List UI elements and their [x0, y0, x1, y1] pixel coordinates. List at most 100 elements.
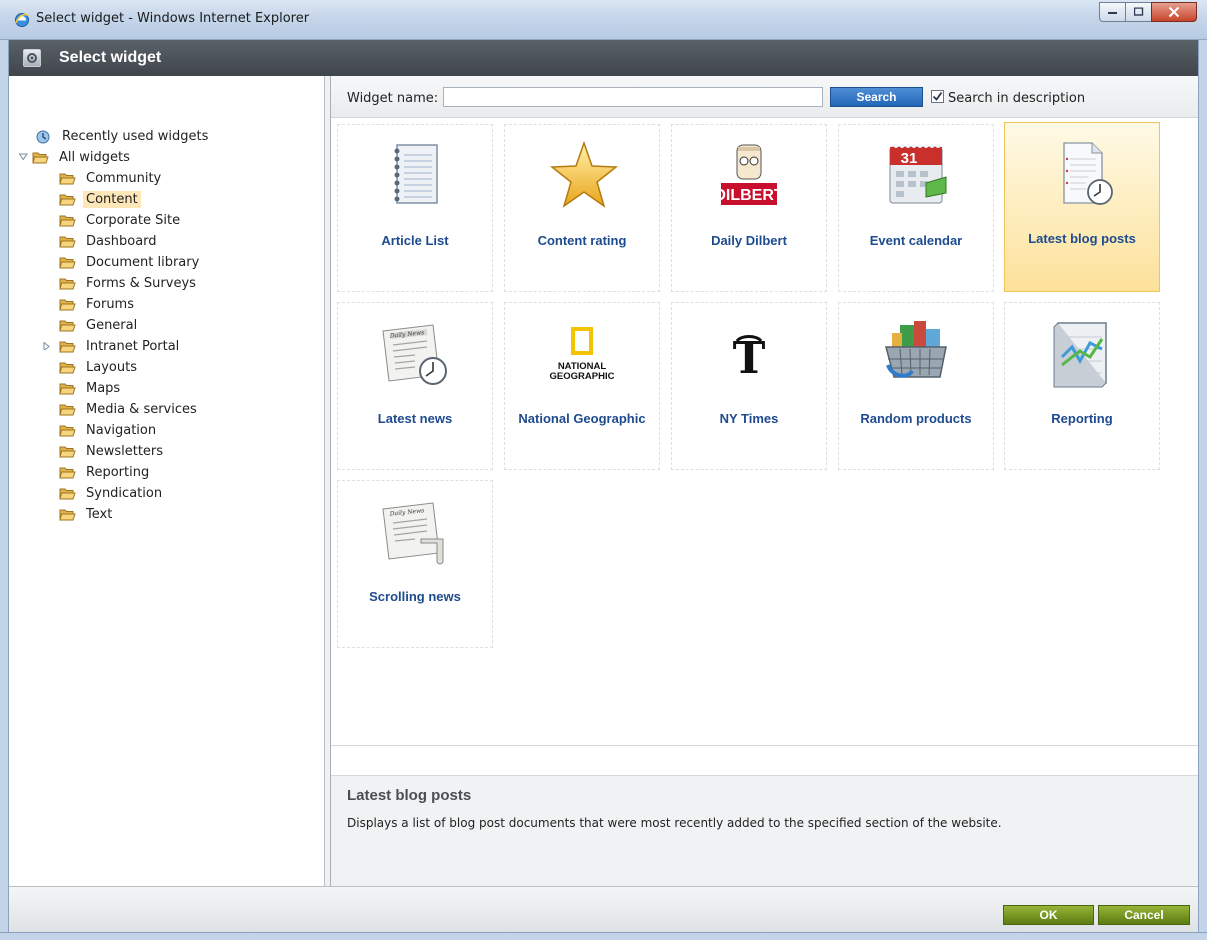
description-title: Latest blog posts — [347, 787, 472, 804]
tree-item-label: Syndication — [86, 485, 163, 501]
newspaper-scroll-icon: Daily News — [382, 502, 444, 565]
dialog-footer: OK Cancel — [9, 886, 1198, 932]
widget-name: Random products — [860, 411, 972, 426]
widget-tile-ny-times[interactable]: T NY Times — [671, 302, 827, 470]
tree-item-dashboard[interactable]: Dashboard — [59, 231, 160, 251]
svg-text:DILBERT: DILBERT — [714, 187, 784, 204]
tree-item-content[interactable]: Content — [59, 189, 141, 209]
widget-name: Content rating — [537, 233, 627, 248]
folder-open-icon — [59, 194, 76, 205]
widget-tile-content-rating[interactable]: Content rating — [504, 124, 660, 292]
tree-item-general[interactable]: General — [59, 315, 140, 335]
widget-name: Daily Dilbert — [711, 233, 787, 248]
newspaper-clock-icon: Daily News — [382, 324, 447, 385]
folder-open-icon — [59, 236, 76, 247]
search-description-checkbox[interactable] — [931, 90, 944, 103]
folder-open-icon — [59, 278, 76, 289]
chart-icon — [1053, 322, 1107, 388]
widget-tile-reporting[interactable]: Reporting — [1004, 302, 1160, 470]
tree-item-community[interactable]: Community — [59, 168, 164, 188]
widget-tile-latest-blog-posts[interactable]: Latest blog posts — [1004, 122, 1160, 292]
widget-name: Latest blog posts — [1028, 231, 1136, 246]
folder-open-icon — [59, 257, 76, 268]
minimize-button[interactable] — [1099, 2, 1126, 22]
svg-text:GEOGRAPHIC: GEOGRAPHIC — [550, 371, 615, 382]
widget-tile-event-calendar[interactable]: 31 Event calendar — [838, 124, 994, 292]
folder-open-icon — [59, 404, 76, 415]
widget-name-input[interactable] — [443, 87, 823, 107]
tree-item-text[interactable]: Text — [59, 504, 115, 524]
maximize-button[interactable] — [1125, 2, 1152, 22]
tree-item-newsletters[interactable]: Newsletters — [59, 441, 166, 461]
folder-open-icon — [59, 425, 76, 436]
notepad-icon — [394, 144, 438, 204]
svg-text:31: 31 — [901, 150, 918, 167]
ok-button[interactable]: OK — [1003, 905, 1094, 925]
close-icon — [1168, 6, 1180, 18]
tree-item-label: Forms & Surveys — [86, 275, 196, 291]
tree-item-maps[interactable]: Maps — [59, 378, 123, 398]
folder-open-icon — [59, 383, 76, 394]
minimize-icon — [1107, 12, 1117, 14]
dialog-header: Select widget — [9, 40, 1198, 76]
widget-tile-scrolling-news[interactable]: Daily News Scrolling news — [337, 480, 493, 648]
tree-item-label: Forums — [86, 296, 134, 312]
expand-arrow-icon[interactable] — [43, 342, 51, 350]
dilbert-icon: DILBERT — [714, 144, 784, 205]
tree-item-navigation[interactable]: Navigation — [59, 420, 159, 440]
folder-open-icon — [59, 488, 76, 499]
window-titlebar: Select widget - Windows Internet Explore… — [0, 0, 1207, 40]
calendar-icon: 31 — [889, 144, 947, 204]
tree-item-document-library[interactable]: Document library — [59, 252, 202, 272]
tree-item-label: Maps — [86, 380, 121, 396]
tree-item-label: Newsletters — [86, 443, 164, 459]
widget-tile-latest-news[interactable]: Daily News Latest news — [337, 302, 493, 470]
tree-item-layouts[interactable]: Layouts — [59, 357, 140, 377]
widget-name: National Geographic — [518, 411, 646, 426]
tree-item-forums[interactable]: Forums — [59, 294, 137, 314]
cancel-button[interactable]: Cancel — [1098, 905, 1190, 925]
tree-item-corporate-site[interactable]: Corporate Site — [59, 210, 183, 230]
search-button[interactable]: Search — [830, 87, 923, 107]
dialog-title: Select widget — [59, 49, 162, 66]
nytimes-icon: T — [733, 333, 766, 384]
tree-item-media-services[interactable]: Media & services — [59, 399, 200, 419]
expand-arrow-icon — [19, 153, 28, 161]
maximize-icon — [1133, 7, 1143, 16]
description-text: Displays a list of blog post documents t… — [347, 816, 1002, 830]
tree-item-forms-surveys[interactable]: Forms & Surveys — [59, 273, 199, 293]
internet-explorer-icon — [15, 13, 29, 27]
widget-tile-article-list[interactable]: Article List — [337, 124, 493, 292]
grid-spacer — [331, 746, 1198, 776]
document-clock-icon — [1063, 142, 1113, 205]
folder-open-icon — [59, 299, 76, 310]
tree-item-label: Media & services — [86, 401, 197, 417]
tree-item-label: Corporate Site — [86, 212, 181, 228]
tree-item-label: Recently used widgets — [62, 128, 209, 144]
widget-category-tree: Recently used widgets All widgets Commun… — [9, 76, 325, 886]
tree-item-intranet-portal[interactable]: Intranet Portal — [43, 336, 182, 356]
folder-open-icon — [59, 446, 76, 457]
widget-tile-daily-dilbert[interactable]: DILBERT Daily Dilbert — [671, 124, 827, 292]
tree-item-syndication[interactable]: Syndication — [59, 483, 165, 503]
folder-open-icon — [59, 509, 76, 520]
widget-name: Reporting — [1051, 411, 1113, 426]
tree-item-all-widgets[interactable]: All widgets — [19, 147, 133, 167]
search-bar: Widget name: Search Search in descriptio… — [331, 76, 1198, 118]
tree-item-label: Navigation — [86, 422, 157, 438]
tree-item-label: Content — [83, 190, 141, 208]
widget-tile-national-geographic[interactable]: NATIONAL GEOGRAPHIC National Geographic — [504, 302, 660, 470]
star-icon — [549, 140, 619, 208]
tree-item-label: Dashboard — [86, 233, 157, 249]
widget-name: Scrolling news — [369, 589, 461, 604]
natgeo-icon: NATIONAL GEOGRAPHIC — [550, 327, 615, 382]
tree-item-recent[interactable]: Recently used widgets — [35, 126, 211, 146]
widget-name-label: Widget name: — [347, 91, 439, 106]
tree-item-label: Reporting — [86, 464, 150, 480]
widget-description-panel: Latest blog posts Displays a list of blo… — [331, 776, 1198, 886]
window-frame-right — [1198, 40, 1207, 940]
tree-item-reporting[interactable]: Reporting — [59, 462, 152, 482]
search-description-label: Search in description — [948, 91, 1086, 106]
widget-tile-random-products[interactable]: Random products — [838, 302, 994, 470]
close-button[interactable] — [1151, 2, 1197, 22]
